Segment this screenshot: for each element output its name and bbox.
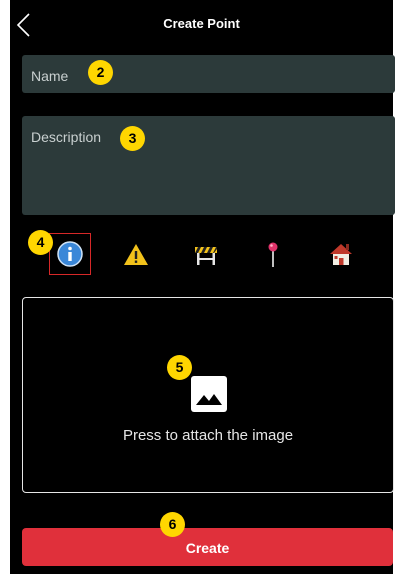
warning-icon [124, 244, 148, 265]
header: Create Point [10, 0, 393, 50]
point-type-roadblock[interactable] [192, 240, 220, 268]
point-type-selector [22, 230, 395, 282]
callout-badge: 6 [160, 512, 185, 537]
info-icon [57, 241, 83, 267]
create-point-screen: Create Point Name 2 Description 3 4 Pres… [10, 0, 395, 574]
name-input[interactable]: Name [22, 55, 395, 93]
name-placeholder: Name [31, 68, 69, 84]
callout-badge: 5 [167, 355, 192, 380]
attach-image-label: Press to attach the image [122, 427, 294, 444]
roadblock-icon [195, 247, 217, 265]
point-type-house[interactable] [327, 240, 355, 268]
attach-image-area[interactable]: Press to attach the image [22, 297, 394, 493]
page-title: Create Point [163, 16, 240, 31]
description-input[interactable]: Description [22, 116, 395, 215]
callout-badge: 2 [88, 60, 113, 85]
callout-badge: 4 [28, 230, 53, 255]
point-type-pin[interactable] [259, 240, 287, 268]
description-placeholder: Description [31, 129, 102, 145]
house-icon [330, 244, 352, 265]
callout-badge: 3 [120, 126, 145, 151]
map-pin-icon [268, 242, 278, 267]
image-icon-wrap [191, 376, 227, 412]
create-button[interactable]: Create [22, 528, 393, 566]
point-type-warning[interactable] [122, 240, 150, 268]
point-type-info[interactable] [49, 233, 91, 275]
image-icon [191, 376, 227, 412]
